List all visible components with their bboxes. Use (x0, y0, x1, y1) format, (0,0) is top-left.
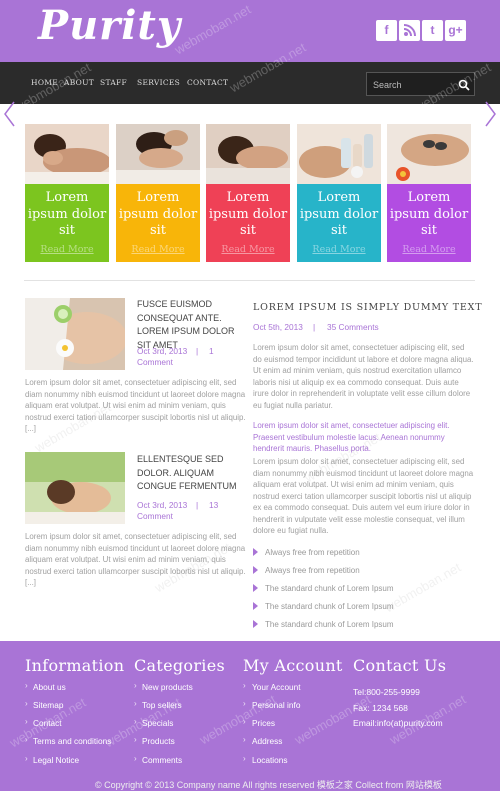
tile-text: Lorem ipsum dolor sit (27, 190, 107, 238)
footer-heading-information: Information (25, 656, 125, 675)
site-logo[interactable]: Purity (38, 2, 181, 49)
tile-color-panel: Lorem ipsum dolor sit Read More (116, 184, 200, 262)
post-comments-count[interactable]: 13 (209, 500, 218, 511)
footer-link[interactable]: Products (142, 736, 175, 746)
bullet-dot-icon: › (243, 754, 246, 763)
bullet-dot-icon: › (25, 699, 28, 708)
tile-photo-spa-products (297, 124, 381, 184)
post-comments-count[interactable]: 1 (209, 346, 214, 357)
post-comments-label[interactable]: Comment (137, 511, 173, 522)
meta-separator: | (313, 322, 316, 332)
footer-heading-categories: Categories (134, 656, 225, 675)
service-tile[interactable]: Lorem ipsum dolor sit Read More (387, 124, 471, 262)
service-tile[interactable]: Lorem ipsum dolor sit Read More (116, 124, 200, 262)
bullet-item: The standard chunk of Lorem Ipsum (253, 620, 394, 629)
nav-staff[interactable]: STAFF (100, 78, 127, 87)
arrow-right-icon (253, 566, 258, 574)
tile-photo-massage (25, 124, 109, 184)
rss-icon[interactable] (399, 20, 420, 41)
footer-link[interactable]: New products (142, 682, 193, 692)
section-divider (24, 280, 475, 281)
meta-separator: | (196, 346, 199, 356)
bullet-dot-icon: › (243, 681, 246, 690)
tile-read-more-link[interactable]: Read More (25, 244, 109, 255)
tile-color-panel: Lorem ipsum dolor sit Read More (387, 184, 471, 262)
tile-text: Lorem ipsum dolor sit (389, 190, 469, 238)
footer-link[interactable]: Comments (142, 755, 182, 765)
bullet-item: The standard chunk of Lorem Ipsum (253, 584, 394, 593)
twitter-icon[interactable]: t (422, 20, 443, 41)
nav-contact[interactable]: CONTACT (187, 78, 228, 87)
arrow-right-icon (253, 548, 258, 556)
bullet-item: Always free from repetition (253, 548, 360, 557)
footer-heading-my-account: My Account (243, 656, 343, 675)
footer-link[interactable]: About us (33, 682, 66, 692)
footer-link[interactable]: Address (252, 736, 282, 746)
tile-text: Lorem ipsum dolor sit (299, 190, 379, 238)
tile-read-more-link[interactable]: Read More (116, 244, 200, 255)
meta-separator: | (196, 500, 199, 510)
bullet-dot-icon: › (243, 735, 246, 744)
arrow-right-icon (253, 584, 258, 592)
feature-date: Oct 5th, 2013 (253, 322, 303, 332)
service-tile[interactable]: Lorem ipsum dolor sit Read More (297, 124, 381, 262)
bullet-dot-icon: › (134, 754, 137, 763)
watermark-text: webmoban.net (381, 559, 464, 616)
bullet-dot-icon: › (134, 735, 137, 744)
tile-text: Lorem ipsum dolor sit (118, 190, 198, 238)
tile-text: Lorem ipsum dolor sit (208, 190, 288, 238)
google-plus-icon[interactable]: g+ (445, 20, 466, 41)
footer-link[interactable]: Your Account (252, 682, 301, 692)
post-title[interactable]: ELLENTESQUE SED DOLOR. ALIQUAM CONGUE FE… (137, 453, 249, 494)
tile-color-panel: Lorem ipsum dolor sit Read More (297, 184, 381, 262)
post-title[interactable]: FUSCE EUISMOD CONSEQUAT ANTE. LOREM IPSU… (137, 298, 249, 352)
arrow-right-icon (253, 602, 258, 610)
bullet-dot-icon: › (134, 681, 137, 690)
footer-link[interactable]: Prices (252, 718, 275, 728)
arrow-right-icon (253, 620, 258, 628)
tile-read-more-link[interactable]: Read More (387, 244, 471, 255)
post-thumbnail-relaxing-woman[interactable] (25, 452, 125, 524)
tile-photo-relax (206, 124, 290, 184)
footer-link[interactable]: Locations (252, 755, 288, 765)
feature-comments-link[interactable]: 35 Comments (327, 322, 379, 333)
bullet-dot-icon: › (134, 699, 137, 708)
post-thumbnail-cucumber[interactable] (25, 298, 125, 370)
copyright-text: © Copyright © 2013 Company name All righ… (95, 780, 442, 790)
service-tile[interactable]: Lorem ipsum dolor sit Read More (206, 124, 290, 262)
tile-color-panel: Lorem ipsum dolor sit Read More (25, 184, 109, 262)
bullet-dot-icon: › (25, 754, 28, 763)
bullet-dot-icon: › (25, 681, 28, 690)
nav-services[interactable]: SERVICES (137, 78, 180, 87)
feature-paragraph: Lorem ipsum dolor sit amet, consectetuer… (253, 457, 474, 535)
post-date: Oct 3rd, 2013 (137, 500, 188, 510)
bullet-item: Always free from repetition (253, 566, 360, 575)
service-tile[interactable]: Lorem ipsum dolor sit Read More (25, 124, 109, 262)
feature-title[interactable]: LOREM IPSUM IS SIMPLY DUMMY TEXT (253, 302, 482, 313)
footer-link[interactable]: Terms and conditions (33, 736, 111, 746)
tile-read-more-link[interactable]: Read More (206, 244, 290, 255)
post-comments-label[interactable]: Comment (137, 357, 173, 368)
tile-color-panel: Lorem ipsum dolor sit Read More (206, 184, 290, 262)
tile-photo-stones (387, 124, 471, 184)
bullet-item: The standard chunk of Lorem Ipsum (253, 602, 394, 611)
facebook-icon[interactable]: f (376, 20, 397, 41)
tile-read-more-link[interactable]: Read More (297, 244, 381, 255)
slider-next-arrow-icon[interactable] (484, 100, 498, 128)
footer-heading-contact: Contact Us (353, 656, 447, 675)
footer-link[interactable]: Legal Notice (33, 755, 79, 765)
post-date: Oct 3rd, 2013 (137, 346, 188, 356)
tile-photo-facial (116, 124, 200, 184)
feature-paragraph: Lorem ipsum dolor sit amet, consectetuer… (253, 343, 474, 410)
